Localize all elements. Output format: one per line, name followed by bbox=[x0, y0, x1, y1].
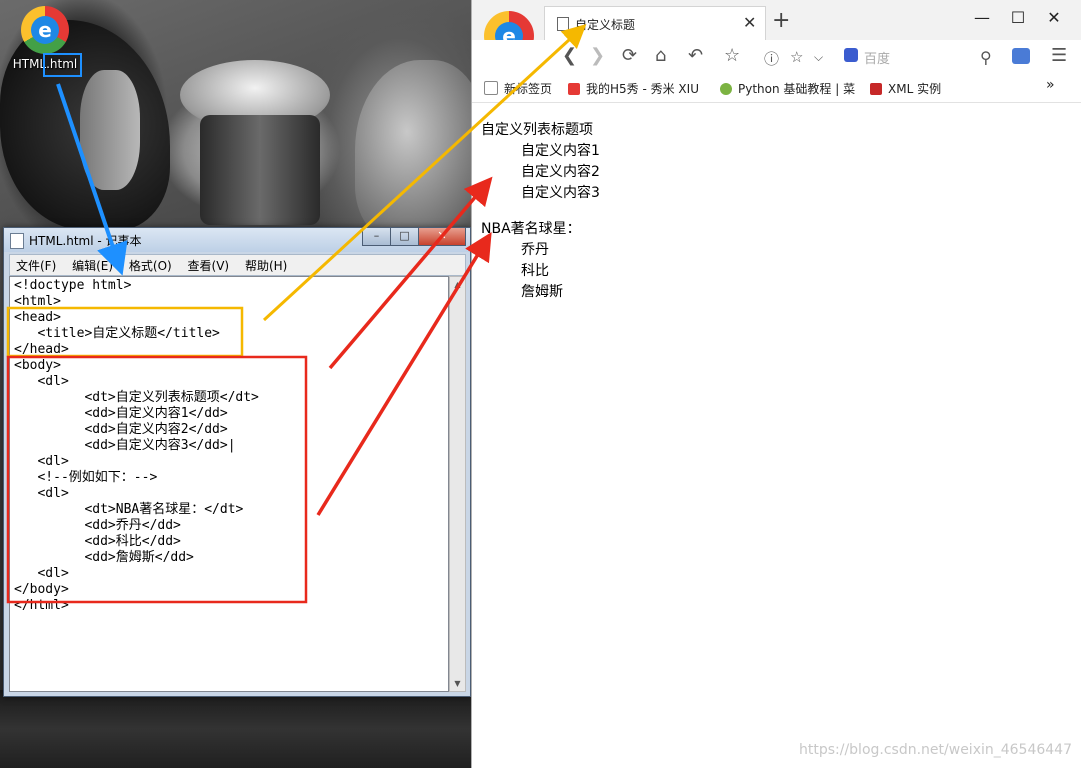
notepad-title: HTML.html - 记事本 bbox=[29, 234, 142, 248]
list-item: 科比 bbox=[521, 263, 549, 279]
baidu-paw-icon bbox=[844, 48, 858, 62]
code-line: <!--例如如下：--> bbox=[14, 470, 158, 485]
code-line: <dd>自定义内容3</dd>| bbox=[14, 438, 236, 453]
menu-format[interactable]: 格式(O) bbox=[123, 255, 178, 276]
menu-edit[interactable]: 编辑(E) bbox=[66, 255, 119, 276]
list-item: 自定义内容3 bbox=[521, 185, 600, 201]
code-line: </body> bbox=[14, 582, 69, 597]
list-title: 自定义列表标题项 bbox=[481, 122, 593, 138]
browser-window: 自定义标题 ✕ + — ☐ ✕ e ❮ ❯ ⟳ ⌂ ↶ ☆ ⓘ ☆ ⌵ 百度 ⚲ ☰… bbox=[471, 0, 1081, 768]
wallpaper-drum-body bbox=[200, 115, 320, 225]
code-line: <dl> bbox=[14, 566, 69, 581]
code-line: <dd>詹姆斯</dd> bbox=[14, 550, 194, 565]
rendered-page: 自定义列表标题项 自定义内容1 自定义内容2 自定义内容3 NBA著名球星： 乔… bbox=[481, 120, 600, 303]
maximize-button[interactable]: □ bbox=[390, 228, 419, 246]
menu-icon[interactable]: ☰ bbox=[1051, 45, 1067, 66]
wallpaper-character-face bbox=[80, 70, 140, 190]
refresh-icon[interactable]: ⟳ bbox=[622, 45, 637, 66]
xiumi-icon bbox=[568, 83, 580, 95]
scroll-down-arrow-icon[interactable]: ▼ bbox=[450, 676, 465, 691]
search-input[interactable]: 百度 bbox=[864, 48, 890, 67]
definition-list: NBA著名球星： 乔丹 科比 詹姆斯 bbox=[481, 219, 600, 303]
bookmark-item[interactable]: XML 实例 bbox=[870, 80, 941, 97]
menu-view[interactable]: 查看(V) bbox=[182, 255, 236, 276]
code-line: <!doctype html> bbox=[14, 278, 132, 293]
more-bookmarks-icon[interactable]: » bbox=[1046, 77, 1055, 93]
code-line: <dd>乔丹</dd> bbox=[14, 518, 181, 533]
maximize-icon[interactable]: ☐ bbox=[1000, 8, 1036, 27]
tab-title: 自定义标题 bbox=[575, 18, 636, 32]
code-line: <dl> bbox=[14, 454, 69, 469]
back-icon[interactable]: ❮ bbox=[562, 45, 577, 66]
notepad-text-area[interactable]: <!doctype html> <html> <head> <title>自定义标题… bbox=[9, 276, 449, 692]
code-line: <dd>自定义内容2</dd> bbox=[14, 422, 228, 437]
search-icon[interactable]: ⚲ bbox=[980, 48, 992, 67]
bookmarks-bar: 新标签页 我的H5秀 - 秀米 XIU Python 基础教程 | 菜 XML … bbox=[472, 74, 1081, 103]
undo-icon[interactable]: ↶ bbox=[688, 45, 703, 66]
xml-icon bbox=[870, 83, 882, 95]
bookmark-item[interactable]: 新标签页 bbox=[484, 80, 552, 97]
forward-icon[interactable]: ❯ bbox=[590, 45, 605, 66]
notepad-titlebar[interactable]: HTML.html - 记事本 – □ ✕ bbox=[4, 228, 470, 252]
list-item: 自定义内容1 bbox=[521, 143, 600, 159]
list-item: 自定义内容2 bbox=[521, 164, 600, 180]
code-line: <dl> bbox=[14, 486, 69, 501]
translate-icon[interactable] bbox=[1012, 48, 1030, 64]
minimize-icon[interactable]: — bbox=[964, 8, 1000, 27]
runoob-icon bbox=[720, 83, 732, 95]
code-line: <dt>自定义列表标题项</dt> bbox=[14, 390, 259, 405]
code-line: <html> bbox=[14, 294, 61, 309]
code-line: <dt>NBA著名球星：</dt> bbox=[14, 502, 244, 517]
browser-tabbar: 自定义标题 ✕ + — ☐ ✕ bbox=[472, 0, 1081, 41]
code-line: <dd>科比</dd> bbox=[14, 534, 181, 549]
search-box[interactable]: 百度 bbox=[762, 45, 934, 67]
menu-file[interactable]: 文件(F) bbox=[10, 255, 62, 276]
code-text: <!doctype html> <html> <head> <title>自定义标题… bbox=[10, 277, 448, 615]
browser-toolbar: ❮ ❯ ⟳ ⌂ ↶ ☆ ⓘ ☆ ⌵ 百度 ⚲ ☰ bbox=[472, 40, 1081, 75]
code-line: <dd>自定义内容1</dd> bbox=[14, 406, 228, 421]
code-line: </head> bbox=[14, 342, 69, 357]
icon-highlight-box bbox=[43, 53, 82, 77]
definition-list: 自定义列表标题项 自定义内容1 自定义内容2 自定义内容3 bbox=[481, 120, 600, 204]
edge-browser-icon: e bbox=[21, 6, 69, 54]
code-line: <body> bbox=[14, 358, 61, 373]
minimize-button[interactable]: – bbox=[362, 228, 391, 246]
page-icon bbox=[484, 81, 498, 95]
list-item: 乔丹 bbox=[521, 242, 549, 258]
bookmark-item[interactable]: 我的H5秀 - 秀米 XIU bbox=[568, 80, 699, 97]
notepad-menubar: 文件(F) 编辑(E) 格式(O) 查看(V) 帮助(H) bbox=[9, 254, 466, 276]
page-icon bbox=[557, 17, 569, 31]
desktop-wallpaper: e HTML.html HTML.html - 记事本 – □ ✕ 文件(F) … bbox=[0, 0, 472, 768]
close-icon[interactable]: ✕ bbox=[1036, 8, 1072, 27]
window-controls: — ☐ ✕ bbox=[964, 8, 1072, 27]
tab-close-icon[interactable]: ✕ bbox=[743, 13, 756, 32]
wallpaper-character-right bbox=[355, 60, 472, 240]
menu-help[interactable]: 帮助(H) bbox=[239, 255, 293, 276]
code-line: <head> bbox=[14, 310, 61, 325]
new-tab-icon[interactable]: + bbox=[772, 8, 790, 33]
code-line: <dl> bbox=[14, 374, 69, 389]
code-line: </html> bbox=[14, 598, 69, 613]
tab-active[interactable]: 自定义标题 ✕ bbox=[544, 6, 766, 41]
bookmark-item[interactable]: Python 基础教程 | 菜 bbox=[720, 80, 855, 97]
notepad-scrollbar[interactable]: ▲ ▼ bbox=[449, 276, 466, 692]
code-line: <title>自定义标题</title> bbox=[14, 326, 220, 341]
notepad-icon bbox=[10, 233, 24, 249]
wallpaper-bottom-strip bbox=[0, 690, 472, 768]
list-item: 詹姆斯 bbox=[521, 284, 563, 300]
favorite-icon[interactable]: ☆ bbox=[724, 45, 740, 66]
close-button[interactable]: ✕ bbox=[418, 228, 466, 246]
watermark-text: https://blog.csdn.net/weixin_46546447 bbox=[798, 742, 1072, 758]
list-title: NBA著名球星： bbox=[481, 221, 581, 237]
notepad-window: HTML.html - 记事本 – □ ✕ 文件(F) 编辑(E) 格式(O) … bbox=[3, 227, 471, 697]
scroll-up-arrow-icon[interactable]: ▲ bbox=[450, 277, 465, 292]
home-icon[interactable]: ⌂ bbox=[655, 45, 666, 66]
